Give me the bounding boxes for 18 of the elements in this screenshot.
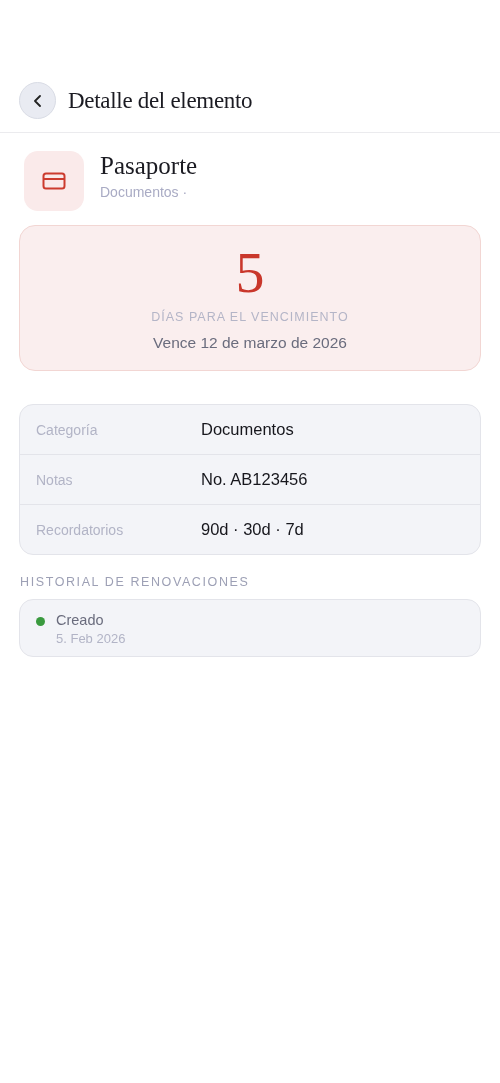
back-icon xyxy=(32,94,43,107)
page-title: Detalle del elemento xyxy=(68,87,253,114)
back-button[interactable] xyxy=(19,82,56,119)
days-count: 5 xyxy=(235,244,265,302)
event-name: Creado xyxy=(56,612,105,628)
expiry-date: Vence 12 de marzo de 2026 xyxy=(153,334,347,352)
item-subtitle: Documentos · xyxy=(100,184,189,200)
detail-label: Notas xyxy=(36,471,74,488)
detail-value: Documentos xyxy=(201,420,294,439)
card-icon xyxy=(24,151,84,211)
event-date: 5. Feb 2026 xyxy=(56,631,126,646)
section-title: HISTORIAL DE RENOVACIONES xyxy=(20,575,251,589)
days-label: DÍAS PARA EL VENCIMIENTO xyxy=(151,310,349,324)
item-name: Pasaporte xyxy=(100,152,198,180)
detail-label: Recordatorios xyxy=(36,521,125,538)
detail-label: Categoría xyxy=(36,421,99,438)
detail-value: 90d · 30d · 7d xyxy=(201,520,304,539)
detail-value: No. AB123456 xyxy=(201,470,308,489)
